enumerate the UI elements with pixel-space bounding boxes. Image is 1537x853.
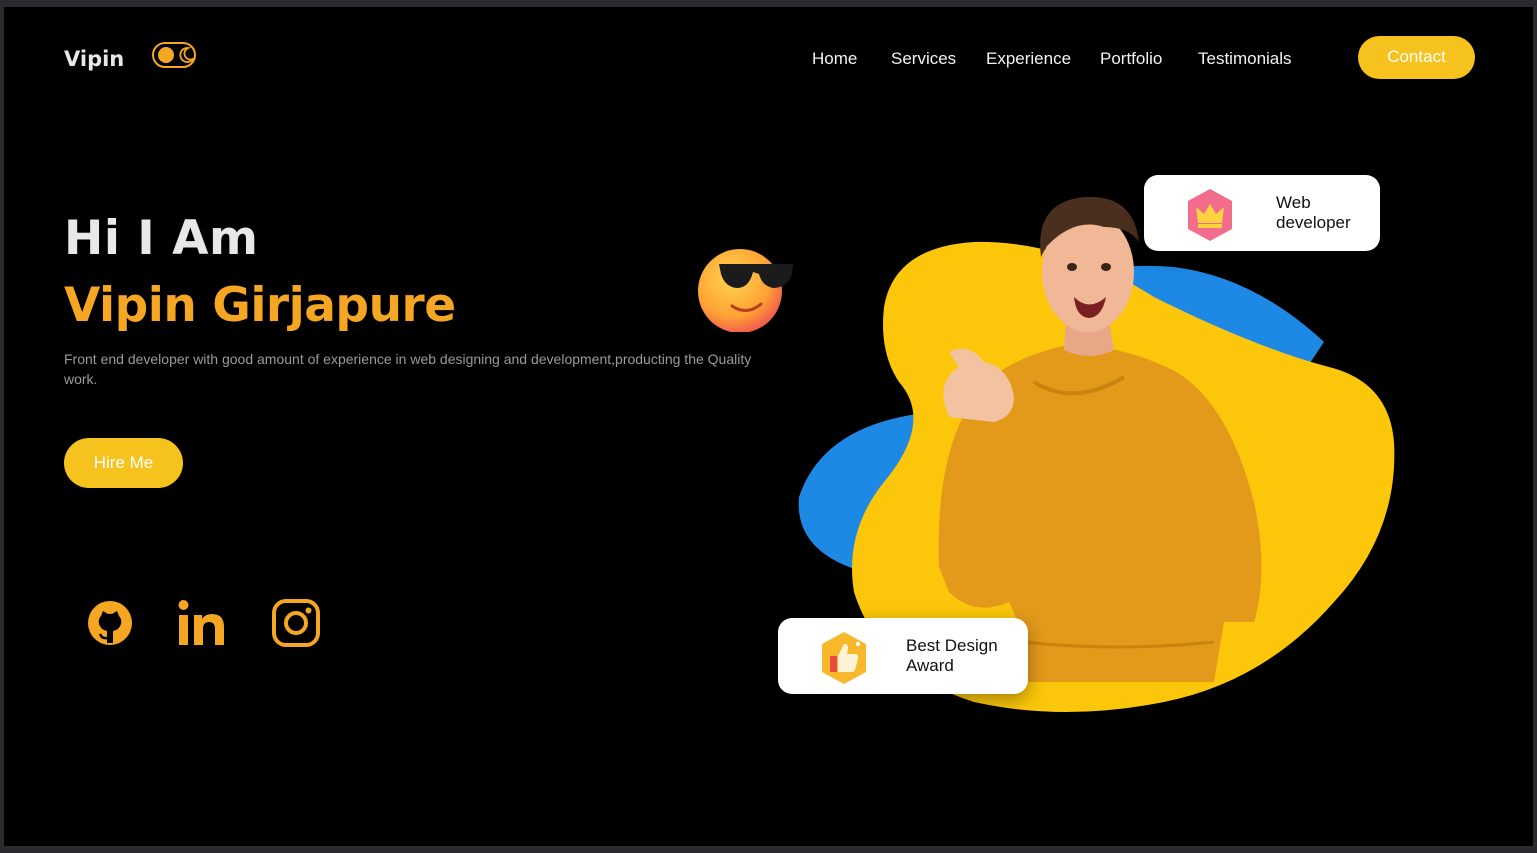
toggle-knob [158, 47, 174, 63]
contact-button[interactable]: Contact [1358, 36, 1475, 79]
nav-home[interactable]: Home [812, 49, 857, 69]
best-design-award-label: Best Design Award [906, 636, 998, 675]
web-developer-label: Web developer [1276, 193, 1351, 232]
sunglasses-emoji-icon [698, 249, 793, 332]
nav-services[interactable]: Services [891, 49, 956, 69]
page: Vipin Home Services Experience Portfolio… [4, 7, 1533, 846]
moon-icon [179, 47, 194, 63]
hero-name: Vipin Girjapure [64, 278, 456, 333]
thumbs-up-icon [822, 632, 866, 684]
theme-toggle[interactable] [152, 42, 196, 68]
nav-testimonials[interactable]: Testimonials [1198, 49, 1292, 69]
hero-greeting: Hi I Am [64, 211, 259, 266]
nav-portfolio[interactable]: Portfolio [1100, 49, 1162, 69]
web-developer-badge: Web developer [1144, 175, 1380, 251]
github-icon[interactable] [84, 597, 136, 649]
hero-description: Front end developer with good amount of … [64, 351, 752, 387]
best-design-award-badge: Best Design Award [778, 618, 1028, 694]
site-logo[interactable]: Vipin [64, 47, 124, 71]
crown-icon [1188, 189, 1232, 241]
instagram-icon[interactable] [270, 597, 322, 649]
linkedin-icon[interactable] [176, 597, 228, 649]
hire-me-button[interactable]: Hire Me [64, 438, 183, 488]
nav-experience[interactable]: Experience [986, 49, 1071, 69]
